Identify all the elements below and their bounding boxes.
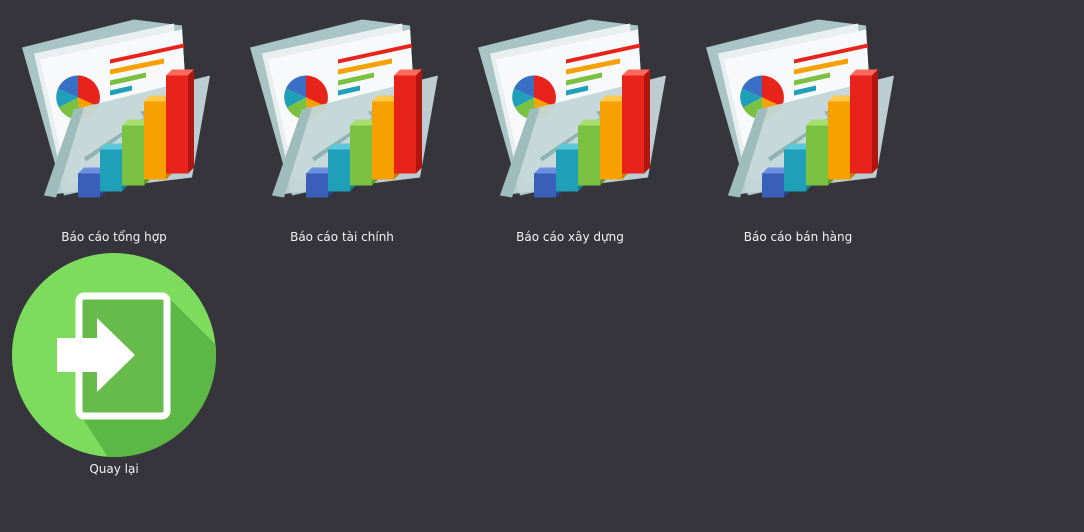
tile-label[interactable]: Báo cáo tài chính xyxy=(228,230,456,244)
tile-label[interactable]: Báo cáo tổng hợp xyxy=(0,230,228,244)
tile-quay-lai[interactable]: Quay lại xyxy=(0,252,228,476)
tile-label[interactable]: Báo cáo xây dựng xyxy=(456,230,684,244)
report-folder-icon[interactable] xyxy=(228,10,456,230)
tile-bao-cao-tai-chinh[interactable]: Báo cáo tài chính xyxy=(228,10,456,244)
report-folder-icon[interactable] xyxy=(456,10,684,230)
tile-label[interactable]: Quay lại xyxy=(0,462,228,476)
tile-bao-cao-ban-hang[interactable]: Báo cáo bán hàng xyxy=(684,10,912,244)
tile-bao-cao-tong-hop[interactable]: Báo cáo tổng hợp xyxy=(0,10,228,244)
report-grid: Báo cáo tổng hợp Báo cáo tài chính Báo c… xyxy=(0,0,1084,532)
report-folder-icon[interactable] xyxy=(0,10,228,230)
report-folder-icon[interactable] xyxy=(684,10,912,230)
tile-bao-cao-xay-dung[interactable]: Báo cáo xây dựng xyxy=(456,10,684,244)
exit-door-icon[interactable] xyxy=(0,252,228,462)
tile-label[interactable]: Báo cáo bán hàng xyxy=(684,230,912,244)
